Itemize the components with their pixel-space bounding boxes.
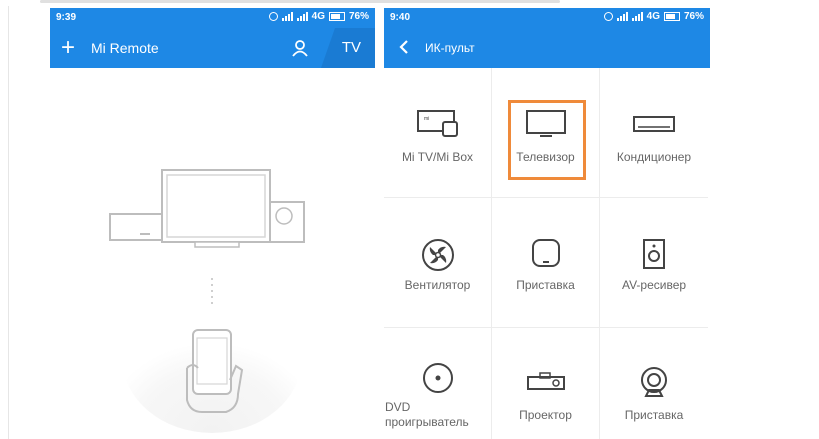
device-mi-tv-box[interactable]: mi Mi TV/Mi Box: [384, 68, 492, 198]
device-label: AV-ресивер: [621, 278, 687, 292]
device-fan[interactable]: Вентилятор: [384, 198, 492, 328]
phone-screen-mi-remote: 9:39 4G 76% + Mi Remote TV: [50, 8, 375, 439]
battery-level: 76%: [348, 11, 369, 22]
device-label: Приставка: [516, 278, 575, 292]
app-bar: ИК-пульт: [384, 28, 710, 68]
signal-icon-2: [631, 12, 643, 21]
network-type: 4G: [646, 11, 660, 22]
signal-icon-2: [296, 12, 308, 21]
tab-tv-label: TV: [341, 39, 361, 56]
status-bar: 9:40 4G 76%: [384, 8, 710, 28]
status-time: 9:39: [56, 12, 77, 23]
network-type: 4G: [311, 11, 325, 22]
battery-level: 76%: [683, 11, 704, 22]
app-bar: + Mi Remote TV: [50, 28, 375, 68]
page-divider: [8, 0, 9, 439]
set-top-box-icon: [531, 239, 560, 267]
air-conditioner-icon: [633, 116, 675, 132]
device-set-top-box[interactable]: Приставка: [492, 198, 600, 328]
app-title: Mi Remote: [91, 40, 159, 56]
cropped-header-text: [0, 0, 819, 6]
status-icons: 4G 76%: [268, 11, 369, 22]
status-time: 9:40: [390, 12, 411, 23]
tv-selection-highlight: [508, 100, 586, 180]
phone-screen-ir-remote: 9:40 4G 76% ИК-пульт mi Mi TV/Mi Box Тел…: [384, 8, 710, 439]
mi-tv-box-icon: mi: [416, 110, 458, 137]
alarm-icon: [268, 12, 278, 21]
device-label: Проектор: [519, 408, 572, 422]
signal-icon: [281, 12, 293, 21]
device-av-receiver[interactable]: AV-ресивер: [600, 198, 708, 328]
projector-icon: [526, 372, 565, 390]
screen-title: ИК-пульт: [425, 41, 475, 55]
svg-text:mi: mi: [424, 116, 429, 122]
empty-state-illustration: [109, 169, 305, 433]
device-label: Mi TV/Mi Box: [401, 150, 474, 164]
device-label: Кондиционер: [616, 150, 692, 164]
battery-icon: [328, 12, 345, 21]
device-label: Приставка: [624, 408, 684, 422]
status-icons: 4G 76%: [603, 11, 704, 22]
back-arrow-icon[interactable]: [398, 40, 410, 54]
device-grid: mi Mi TV/Mi Box Телевизор Кондиционер Ве…: [384, 68, 710, 439]
camera-icon: [641, 367, 667, 397]
battery-icon: [663, 12, 680, 21]
status-bar: 9:39 4G 76%: [50, 8, 375, 28]
alarm-icon: [603, 12, 613, 21]
speaker-icon: [643, 239, 665, 269]
tab-tv[interactable]: TV: [321, 28, 375, 68]
device-label: DVD проигрыватель: [385, 400, 469, 429]
device-air-conditioner[interactable]: Кондиционер: [600, 68, 708, 198]
dvd-icon: [422, 363, 453, 393]
add-icon[interactable]: +: [61, 36, 75, 60]
illus-tv: [161, 169, 271, 243]
device-camera-box[interactable]: Приставка: [600, 328, 708, 439]
user-icon[interactable]: [291, 39, 309, 57]
device-label: Вентилятор: [404, 278, 471, 292]
device-projector[interactable]: Проектор: [492, 328, 600, 439]
fan-icon: [421, 239, 454, 271]
device-dvd[interactable]: DVD проигрыватель: [384, 328, 492, 439]
signal-icon: [616, 12, 628, 21]
